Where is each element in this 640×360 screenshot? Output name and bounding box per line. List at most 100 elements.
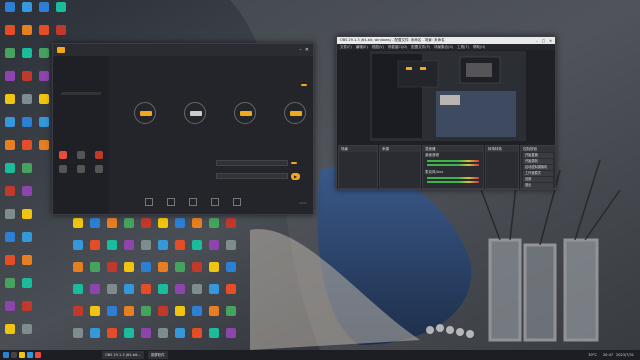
desktop-shortcut-icon[interactable] <box>19 278 35 300</box>
desktop-shortcut-icon[interactable] <box>2 117 18 139</box>
desktop-shortcut-icon[interactable] <box>2 71 18 93</box>
studio-mode-button[interactable]: 工作室模式 <box>523 171 553 176</box>
minimize-icon[interactable]: – <box>299 47 302 53</box>
settings-button[interactable]: 设置 <box>523 177 553 182</box>
desktop-shortcut-icon[interactable] <box>138 240 154 262</box>
desktop-shortcut-icon[interactable] <box>121 240 137 262</box>
desktop-shortcut-icon[interactable] <box>2 140 18 162</box>
desktop-shortcut-icon[interactable] <box>36 2 52 24</box>
desktop-shortcut-icon[interactable] <box>104 262 120 284</box>
desktop-shortcut-icon[interactable] <box>36 71 52 93</box>
desktop-shortcut-icon[interactable] <box>19 301 35 323</box>
desktop-shortcut-icon[interactable] <box>70 240 86 262</box>
desktop-shortcut-icon[interactable] <box>70 328 86 350</box>
obs-window[interactable]: OBS 29.1.3 (64-bit, windows) - 配置文件: 未命名… <box>336 36 556 190</box>
desktop-shortcut-icon[interactable] <box>87 328 103 350</box>
search-icon[interactable] <box>11 352 17 358</box>
desktop-shortcut-icon[interactable] <box>70 306 86 328</box>
desktop-shortcut-icon[interactable] <box>121 262 137 284</box>
desktop-shortcut-icon[interactable] <box>36 25 52 47</box>
desktop-shortcut-icon[interactable] <box>19 117 35 139</box>
desktop-shortcut-icon[interactable] <box>206 306 222 328</box>
desktop-shortcut-icon[interactable] <box>189 240 205 262</box>
desktop-shortcut-icon[interactable] <box>138 218 154 240</box>
desktop-shortcut-icon[interactable] <box>2 255 18 277</box>
desktop-shortcut-icon[interactable] <box>2 232 18 254</box>
desktop-shortcut-icon[interactable] <box>2 48 18 70</box>
desktop-shortcut-icon[interactable] <box>104 218 120 240</box>
desktop-shortcut-icon[interactable] <box>172 306 188 328</box>
desktop-shortcut-icon[interactable] <box>2 163 18 185</box>
recorder-footer-button[interactable] <box>299 202 307 204</box>
desktop-shortcut-icon[interactable] <box>138 284 154 306</box>
desktop-shortcut-icon[interactable] <box>19 71 35 93</box>
desktop-shortcut-icon[interactable] <box>223 328 239 350</box>
desktop-shortcut-icon[interactable] <box>155 328 171 350</box>
desktop-shortcut-icon[interactable] <box>189 262 205 284</box>
desktop-shortcut-icon[interactable] <box>138 328 154 350</box>
menu-scene-collection[interactable]: 场景集合(S) <box>434 45 453 50</box>
screen-recorder-window[interactable]: – ✕ ▶ <box>52 43 314 215</box>
desktop-shortcut-icon[interactable] <box>155 240 171 262</box>
obs-preview[interactable] <box>370 51 526 141</box>
menu-tools[interactable]: 工具(T) <box>457 45 469 50</box>
recorder-top-button[interactable] <box>301 84 307 86</box>
desktop-shortcut-icon[interactable] <box>2 278 18 300</box>
desktop-shortcut-icon[interactable] <box>138 262 154 284</box>
desktop-shortcut-icon[interactable] <box>155 262 171 284</box>
browser-icon[interactable] <box>27 352 33 358</box>
toolbar-icon[interactable] <box>167 198 175 206</box>
desktop-shortcut-icon[interactable] <box>53 2 69 24</box>
desktop-shortcut-icon[interactable] <box>206 284 222 306</box>
desktop-shortcut-icon[interactable] <box>121 284 137 306</box>
desktop-shortcut-icon[interactable] <box>172 328 188 350</box>
desktop-shortcut-icon[interactable] <box>70 218 86 240</box>
minimize-icon[interactable]: – <box>536 39 538 43</box>
menu-view[interactable]: 视图(V) <box>372 45 384 50</box>
taskbar-item-recorder[interactable]: 录屏软件 <box>147 351 168 359</box>
desktop-shortcut-icon[interactable] <box>2 209 18 231</box>
desktop-shortcut-icon[interactable] <box>121 328 137 350</box>
desktop-shortcut-icon[interactable] <box>223 218 239 240</box>
desktop-shortcut-icon[interactable] <box>19 163 35 185</box>
desktop-shortcut-icon[interactable] <box>87 284 103 306</box>
desktop-shortcut-icon[interactable] <box>87 262 103 284</box>
exit-button[interactable]: 退出 <box>523 183 553 188</box>
desktop-shortcut-icon[interactable] <box>155 306 171 328</box>
field-1-input[interactable] <box>216 160 288 166</box>
start-recording-button[interactable]: 开始录制 <box>523 159 553 164</box>
toolbar-icon[interactable] <box>145 198 153 206</box>
desktop-shortcut-icon[interactable] <box>2 25 18 47</box>
maximize-icon[interactable]: □ <box>542 39 545 43</box>
desktop-shortcut-icon[interactable] <box>104 306 120 328</box>
desktop-shortcut-icon[interactable] <box>172 284 188 306</box>
desktop-shortcut-icon[interactable] <box>19 94 35 116</box>
desktop-shortcut-icon[interactable] <box>189 306 205 328</box>
desktop-shortcut-icon[interactable] <box>19 48 35 70</box>
field-2-input[interactable] <box>216 173 288 179</box>
desktop-shortcut-icon[interactable] <box>36 94 52 116</box>
menu-help[interactable]: 帮助(H) <box>473 45 485 50</box>
start-streaming-button[interactable]: 开始直播 <box>523 153 553 158</box>
desktop-shortcut-icon[interactable] <box>223 306 239 328</box>
desktop-shortcut-icon[interactable] <box>206 328 222 350</box>
desktop-shortcut-icon[interactable] <box>104 284 120 306</box>
desktop-shortcut-icon[interactable] <box>19 232 35 254</box>
desktop-shortcut-icon[interactable] <box>223 284 239 306</box>
explorer-icon[interactable] <box>19 352 25 358</box>
desktop-shortcut-icon[interactable] <box>223 240 239 262</box>
taskbar-item-obs[interactable]: OBS 29.1.3 (64-bit... <box>102 351 144 359</box>
desktop-shortcut-icon[interactable] <box>206 240 222 262</box>
desktop-shortcut-icon[interactable] <box>104 328 120 350</box>
toolbar-icon[interactable] <box>211 198 219 206</box>
desktop-shortcut-icon[interactable] <box>206 262 222 284</box>
virtual-camera-button[interactable]: 启动虚拟摄像机 <box>523 165 553 170</box>
tool-record-icon[interactable] <box>59 151 67 159</box>
app-icon[interactable] <box>35 352 41 358</box>
desktop-shortcut-icon[interactable] <box>172 218 188 240</box>
desktop-shortcut-icon[interactable] <box>172 262 188 284</box>
desktop-shortcut-icon[interactable] <box>2 324 18 346</box>
desktop-shortcut-icon[interactable] <box>70 262 86 284</box>
menu-docks[interactable]: 停靠窗口(D) <box>388 45 407 50</box>
desktop-shortcut-icon[interactable] <box>19 324 35 346</box>
